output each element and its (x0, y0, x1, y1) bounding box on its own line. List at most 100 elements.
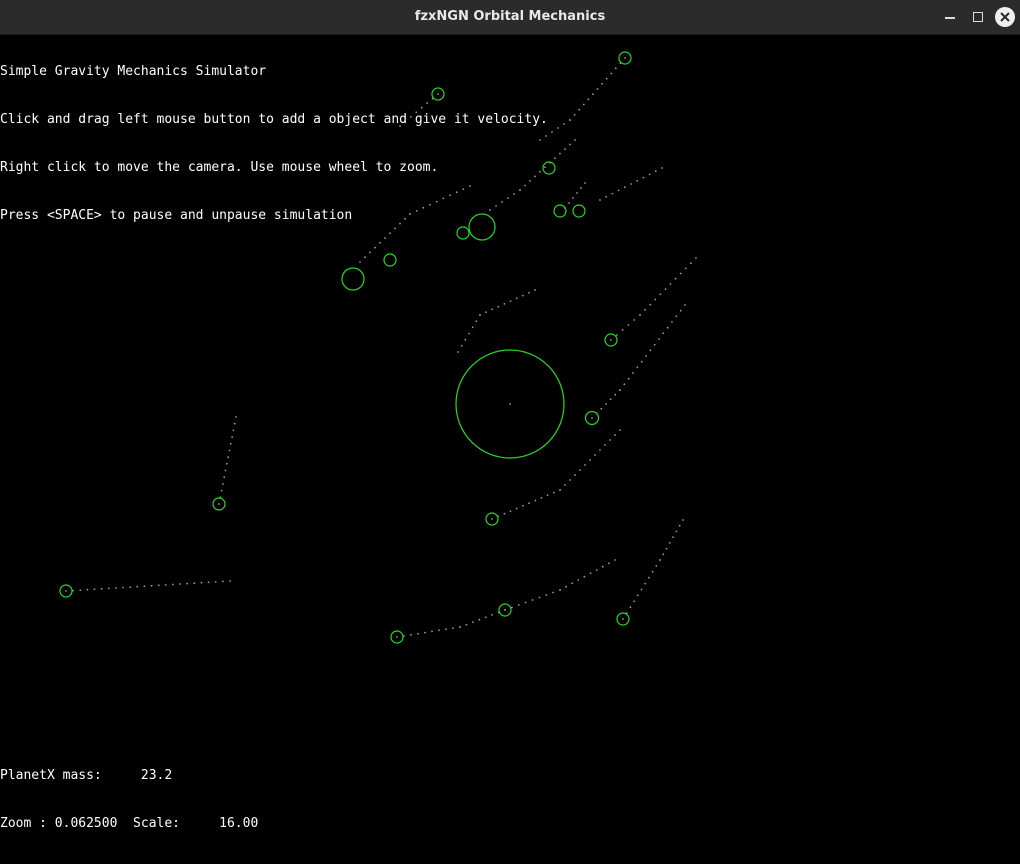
trail-dot (452, 627, 454, 629)
trail-dot (605, 403, 607, 405)
trail-dot (655, 565, 658, 567)
trail-dot (648, 173, 651, 176)
close-button[interactable] (995, 7, 1015, 27)
trail-dot (100, 587, 103, 590)
maximize-button[interactable] (968, 7, 988, 27)
trail-dot (609, 439, 611, 441)
trail-dot (669, 542, 671, 544)
trail-dot (636, 366, 639, 369)
trail-dot (633, 600, 635, 603)
trail-dot (610, 72, 613, 75)
app-window: fzxNGN Orbital Mechanics Simple Gravity … (0, 0, 1020, 831)
trail-dot (569, 143, 571, 146)
trail-dot (671, 321, 673, 323)
trail-dot (649, 349, 652, 352)
trail-dot (636, 594, 639, 597)
minimize-button[interactable] (940, 7, 960, 27)
trail-dot (662, 332, 665, 335)
trail-dot (604, 444, 606, 446)
trail-dot (468, 332, 470, 335)
trail-dot (666, 326, 669, 329)
trail-dot (122, 586, 124, 589)
trail-dot (605, 195, 608, 198)
trail-dot (569, 479, 571, 481)
trail-dot (491, 308, 494, 311)
trail-dot (364, 256, 366, 259)
trail-dot (214, 581, 217, 583)
instruction-line: Click and drag left mouse button to add … (0, 112, 548, 127)
trail-dot (627, 377, 630, 380)
trail-dot (672, 536, 674, 538)
trail-dot (608, 562, 610, 565)
close-icon (1000, 12, 1010, 22)
trail-dot (644, 308, 646, 311)
trail-dot (679, 309, 682, 312)
trail-dot (438, 629, 440, 632)
trail-dot (396, 636, 398, 638)
trail-dot (584, 182, 586, 184)
trail-dot (665, 547, 668, 550)
trail-dot (574, 139, 576, 141)
title-bar[interactable]: fzxNGN Orbital Mechanics (0, 0, 1020, 35)
trail-dot (639, 314, 641, 316)
trail-dot (107, 587, 110, 590)
trail-dot (186, 582, 189, 585)
trail-dot (599, 199, 601, 201)
trail-dot (475, 320, 478, 323)
trail-dot (563, 123, 565, 125)
trail-dot (229, 580, 231, 582)
trail-dot (564, 148, 566, 151)
trail-dot (580, 187, 582, 189)
trail-dot (573, 113, 576, 116)
trail-dot (623, 383, 626, 386)
trail-dot (662, 553, 665, 556)
trail-dot (503, 303, 506, 305)
trail-dot (410, 633, 412, 636)
trail-dot (86, 588, 89, 591)
trail-dot (605, 77, 608, 80)
trail-dot (524, 601, 527, 604)
trail-dot (457, 351, 459, 353)
trail-dot (522, 504, 524, 507)
trail-dot (517, 604, 520, 606)
trail-dot (491, 518, 493, 520)
trail-dot (675, 530, 678, 533)
trail-dot (534, 289, 536, 291)
trail-dot (695, 257, 697, 259)
trail-dot (218, 503, 220, 505)
trail-dot (674, 277, 677, 280)
trail-dot (690, 262, 692, 265)
trail-dot (65, 590, 67, 592)
trail-dot (136, 585, 139, 588)
trail-dot (594, 454, 596, 456)
trail-dot (645, 355, 647, 357)
trail-dot (528, 291, 530, 294)
trail-dot (150, 584, 153, 587)
trail-dot (200, 581, 203, 584)
trail-dot (225, 462, 228, 465)
trail-dot (614, 393, 617, 396)
status-overlay: PlanetX mass: 23.2 Zoom : 0.062500 Scale… (0, 736, 258, 864)
trail-dot (179, 583, 182, 585)
trail-dot (231, 436, 234, 438)
trail-dot (595, 569, 598, 571)
trail-dot (491, 614, 493, 616)
trail-dot (554, 157, 556, 160)
trail-dot (576, 192, 578, 194)
trail-dot (574, 474, 576, 476)
trail-dot (589, 459, 591, 461)
trail-dot (359, 261, 361, 263)
trail-dot (79, 589, 82, 591)
trail-dot (222, 483, 224, 485)
trail-dot (552, 491, 555, 494)
trail-dot (609, 398, 612, 401)
trail-dot (678, 524, 681, 527)
trail-dot (651, 570, 654, 573)
trail-dot (579, 469, 581, 471)
trail-dot (565, 585, 567, 588)
trail-dot (223, 476, 226, 479)
trail-dot (659, 559, 661, 561)
trail-dot (601, 565, 604, 568)
trail-dot (654, 170, 657, 173)
trail-dot (629, 606, 632, 609)
